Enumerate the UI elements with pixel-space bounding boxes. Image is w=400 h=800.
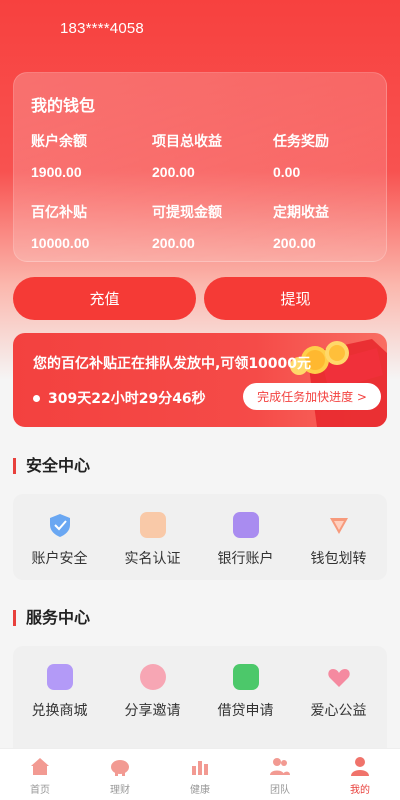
piggy-bank-icon — [111, 760, 129, 776]
grid-item-label: 账户安全 — [31, 551, 88, 567]
grid-item-label: 爱心公益 — [310, 703, 367, 719]
bullet-dot — [33, 394, 40, 402]
home-icon — [31, 758, 49, 775]
wallet-card: 我的钱包 账户余额 1900.00 项目总收益 200.00 任务奖励 0.00… — [13, 72, 387, 262]
transfer-icon — [329, 518, 348, 534]
stat-value: 0.00 — [273, 164, 301, 180]
stat-value: 10000.00 — [31, 235, 90, 251]
stat-account-balance[interactable]: 账户余额 1900.00 — [31, 131, 151, 180]
section-title-services: 服务中心 — [13, 610, 90, 626]
security-card: 账户安全 实名认证 银行账户 钱包划转 — [13, 494, 387, 580]
stat-label: 可提现金额 — [152, 205, 222, 221]
tab-team[interactable]: 团队 — [240, 749, 320, 800]
recharge-button[interactable]: 充值 — [13, 277, 196, 320]
wallet-title: 我的钱包 — [31, 96, 96, 115]
countdown-timer: 309天22小时29分46秒 — [33, 388, 206, 408]
shield-icon — [49, 514, 70, 537]
charity-icon — [327, 669, 350, 687]
grid-item-label: 银行账户 — [217, 551, 274, 567]
grid-item-share[interactable]: 分享邀请 — [106, 664, 199, 720]
health-icon — [192, 761, 208, 775]
tab-health[interactable]: 健康 — [160, 749, 240, 800]
stat-label: 账户余额 — [31, 134, 87, 150]
grid-item-label: 分享邀请 — [124, 703, 181, 719]
countdown-value: 309天22小时29分46秒 — [48, 391, 206, 407]
stat-task-reward[interactable]: 任务奖励 0.00 — [273, 131, 393, 180]
grid-item-account-security[interactable]: 账户安全 — [13, 512, 106, 568]
tab-profile[interactable]: 我的 — [320, 749, 400, 800]
grid-item-mall[interactable]: 兑换商城 — [13, 664, 106, 720]
stat-value: 200.00 — [273, 235, 316, 251]
grid-item-label: 兑换商城 — [31, 703, 88, 719]
stat-label: 任务奖励 — [273, 134, 329, 150]
red-envelope-icon — [290, 339, 387, 427]
user-phone: 183****4058 — [60, 20, 144, 37]
stat-project-income[interactable]: 项目总收益 200.00 — [152, 131, 272, 180]
share-icon — [139, 664, 166, 690]
tab-finance[interactable]: 理财 — [80, 749, 160, 800]
stat-label: 百亿补贴 — [31, 205, 87, 221]
bank-card-icon — [232, 512, 259, 538]
tab-home[interactable]: 首页 — [0, 749, 80, 800]
grid-item-label: 钱包划转 — [310, 551, 367, 567]
stat-value: 200.00 — [152, 164, 195, 180]
grid-item-label: 实名认证 — [124, 551, 181, 567]
withdraw-button[interactable]: 提现 — [204, 277, 387, 320]
loan-icon — [232, 664, 259, 690]
tab-label: 理财 — [110, 785, 130, 796]
mall-icon — [46, 664, 73, 690]
grid-item-label: 借贷申请 — [217, 703, 274, 719]
subsidy-banner[interactable]: 您的百亿补贴正在排队发放中,可领10000元 309天22小时29分46秒 完成… — [13, 333, 387, 427]
stat-label: 项目总收益 — [152, 134, 222, 150]
stat-label: 定期收益 — [273, 205, 329, 221]
team-icon — [270, 758, 290, 775]
bottom-tab-bar: 首页 理财 健康 团队 我的 — [0, 748, 400, 800]
speed-up-button[interactable]: 完成任务加快进度 > — [243, 383, 381, 410]
stat-withdrawable[interactable]: 可提现金额 200.00 — [152, 202, 272, 251]
stat-value: 200.00 — [152, 235, 195, 251]
grid-item-verification[interactable]: 实名认证 — [106, 512, 199, 568]
grid-item-wallet-transfer[interactable]: 钱包划转 — [292, 512, 385, 568]
section-title-security: 安全中心 — [13, 458, 90, 474]
tab-label: 我的 — [350, 785, 370, 796]
grid-item-loan[interactable]: 借贷申请 — [199, 664, 292, 720]
tab-label: 团队 — [270, 785, 290, 796]
grid-item-charity[interactable]: 爱心公益 — [292, 664, 385, 720]
banner-message: 您的百亿补贴正在排队发放中,可领10000元 — [33, 356, 312, 372]
stat-fixed-income[interactable]: 定期收益 200.00 — [273, 202, 393, 251]
tab-label: 首页 — [30, 785, 50, 796]
id-card-icon — [139, 512, 166, 538]
stat-subsidy[interactable]: 百亿补贴 10000.00 — [31, 202, 151, 251]
profile-icon — [351, 757, 369, 776]
tab-label: 健康 — [190, 785, 210, 796]
grid-item-bank-account[interactable]: 银行账户 — [199, 512, 292, 568]
stat-value: 1900.00 — [31, 164, 82, 180]
